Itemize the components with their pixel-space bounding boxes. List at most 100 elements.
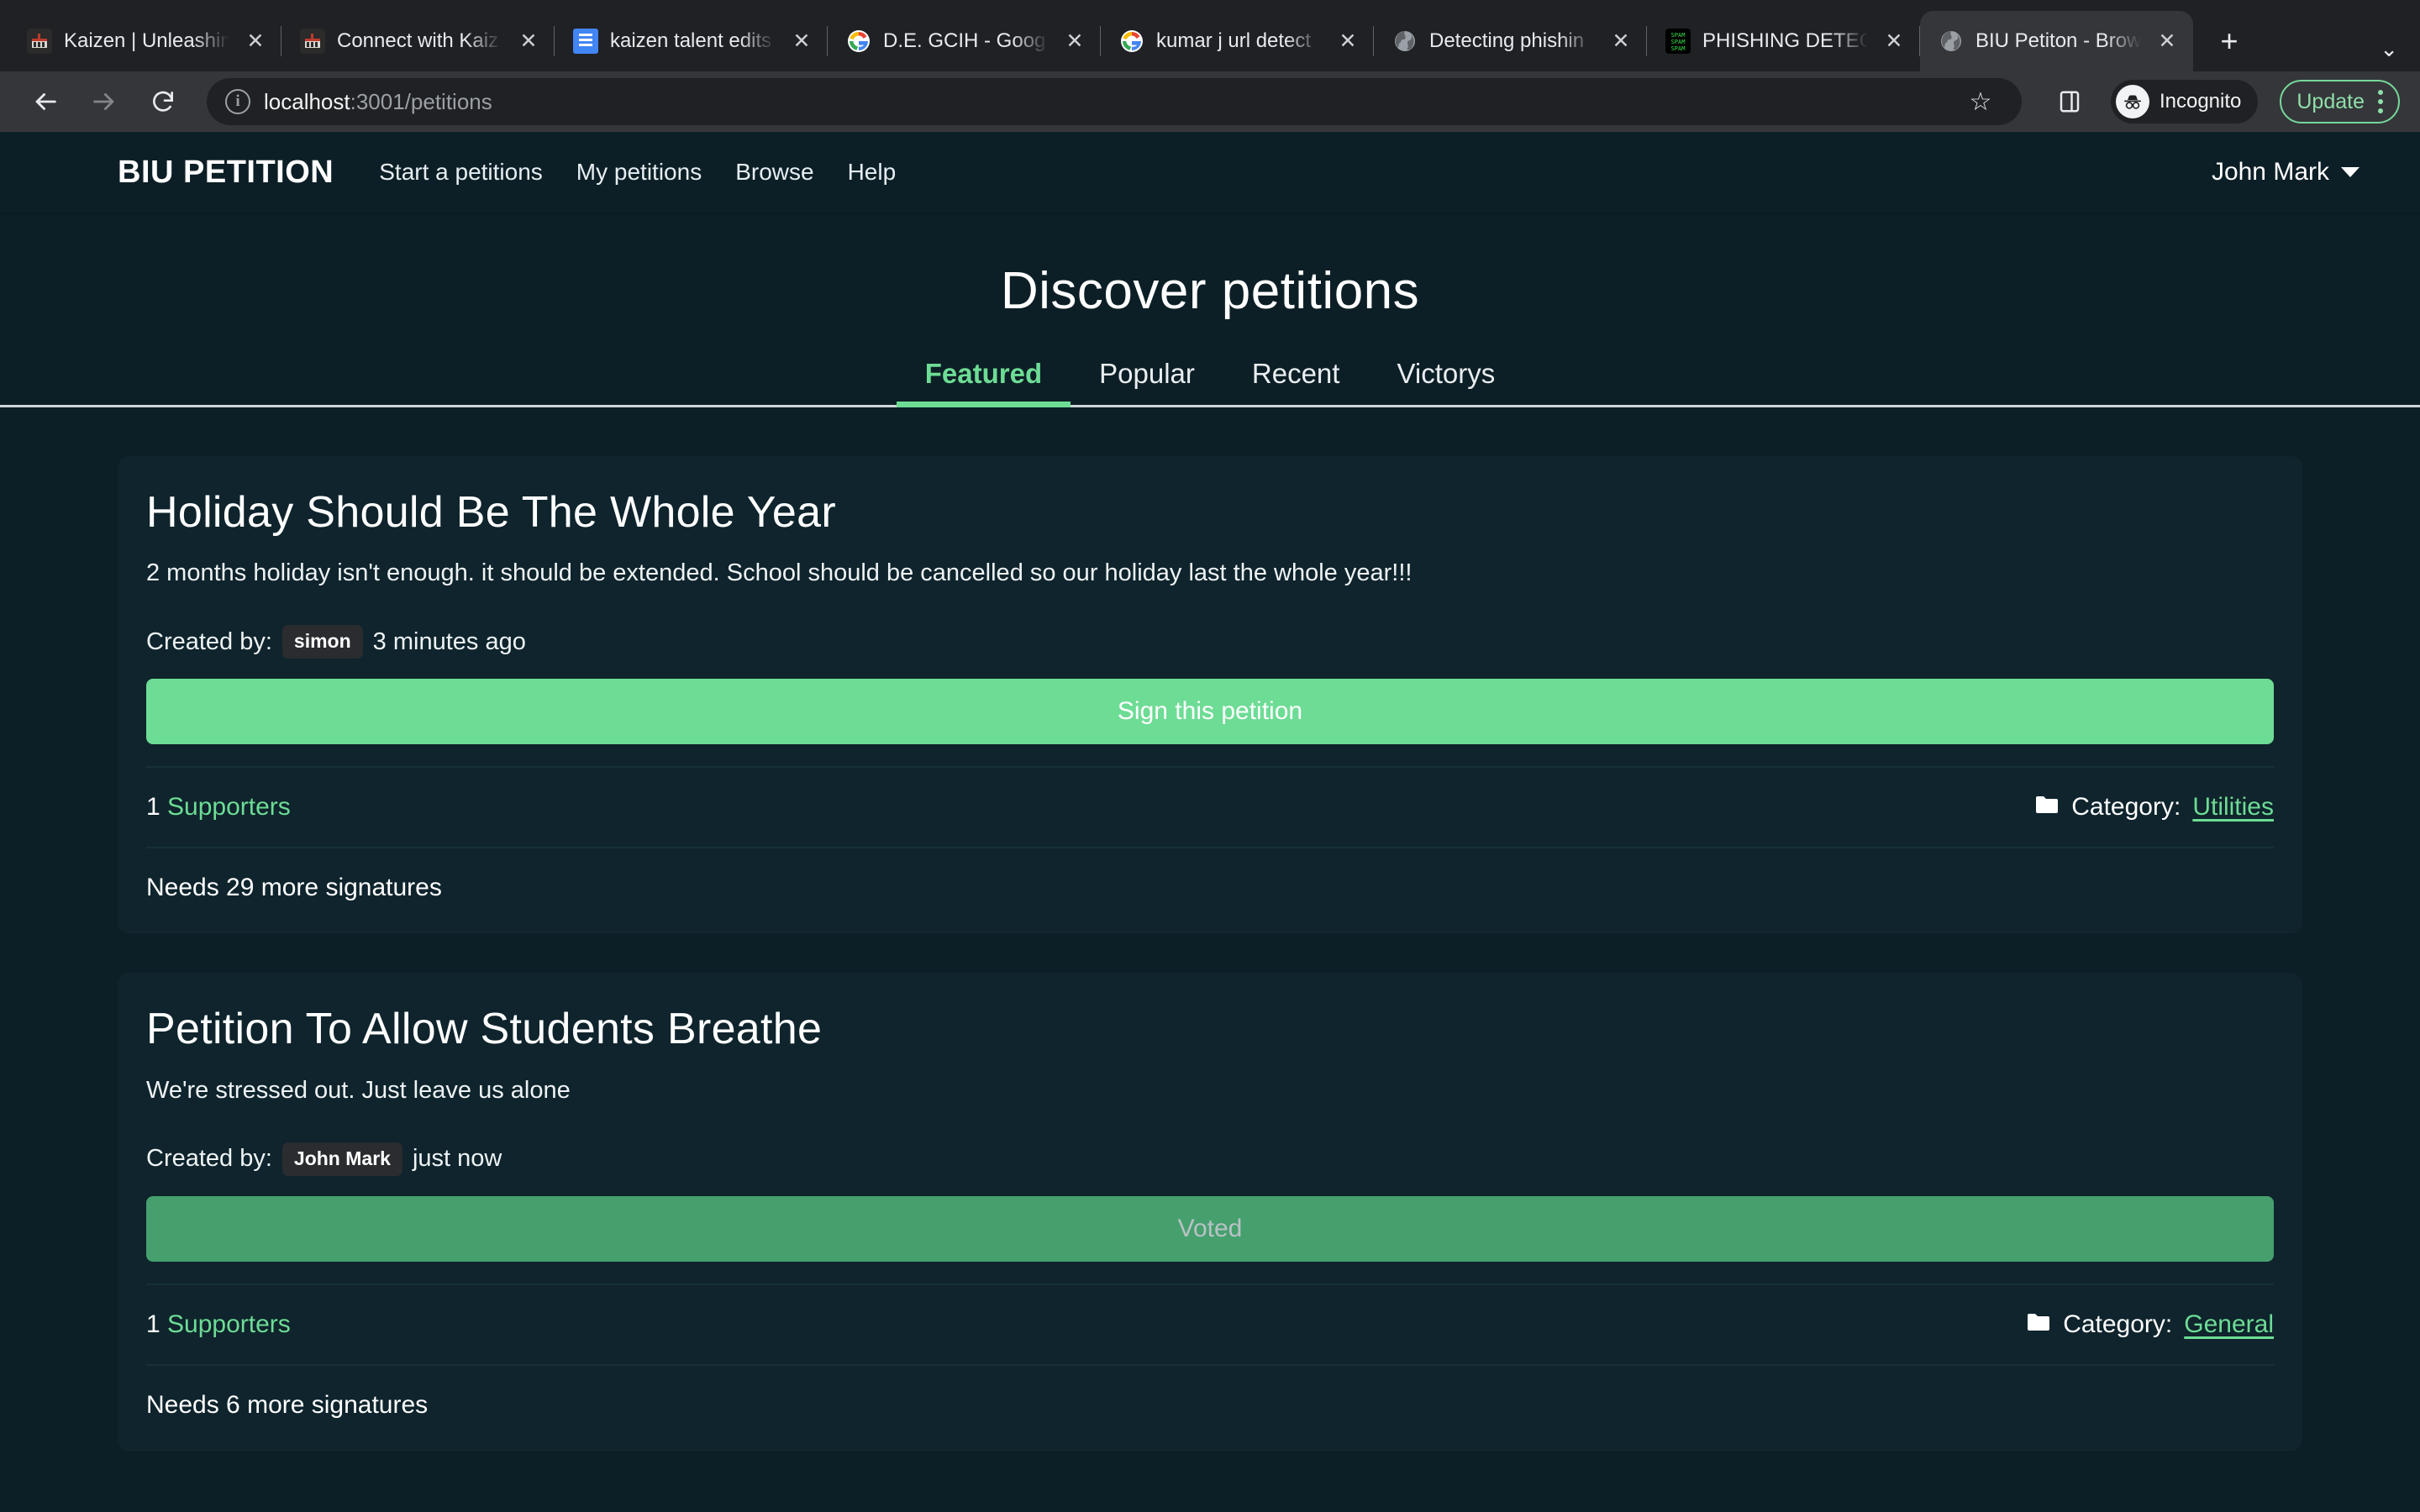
category-label: Category:	[2071, 793, 2181, 822]
category-label: Category:	[2063, 1310, 2172, 1339]
close-icon[interactable]: ✕	[2153, 27, 2181, 55]
page-hero: Discover petitions Featured Popular Rece…	[0, 214, 2420, 407]
new-tab-button[interactable]: +	[2205, 17, 2254, 66]
petition-title[interactable]: Petition To Allow Students Breathe	[146, 1005, 2274, 1053]
petition-description: 2 months holiday isn't enough. it should…	[146, 557, 2274, 590]
chrome-menu-icon[interactable]	[2378, 90, 2383, 113]
browser-tab-title: PHISHING DETEC	[1702, 29, 1868, 53]
side-panel-icon[interactable]	[2049, 81, 2091, 123]
browser-tab-title: BIU Petiton - Brow	[1975, 29, 2141, 53]
supporters-number: 1	[146, 793, 160, 821]
url-path: :3001/petitions	[350, 89, 492, 114]
close-icon[interactable]: ✕	[1060, 27, 1089, 55]
browser-tab-title: Connect with Kaiz	[337, 29, 502, 53]
tab-recent[interactable]: Recent	[1223, 358, 1369, 405]
petition-needs-signatures: Needs 29 more signatures	[146, 848, 2274, 932]
browser-tab-title: D.E. GCIH - Goog	[883, 29, 1049, 53]
petition-list: Holiday Should Be The Whole Year 2 month…	[0, 407, 2420, 1450]
petition-needs-signatures: Needs 6 more signatures	[146, 1366, 2274, 1450]
spam-icon: SPAMSPAMSPAM	[1665, 29, 1691, 54]
browser-chrome: Kaizen | Unleashing ✕ Connect with Kaiz …	[0, 0, 2420, 132]
update-button[interactable]: Update	[2280, 80, 2400, 123]
nav-link-browse[interactable]: Browse	[735, 159, 813, 186]
site-info-icon[interactable]: i	[225, 89, 250, 114]
google-docs-icon	[573, 29, 598, 54]
browser-tab[interactable]: Kaizen | Unleashing ✕	[8, 11, 281, 71]
close-icon[interactable]: ✕	[787, 27, 816, 55]
created-by-label: Created by:	[146, 1145, 272, 1173]
user-name-label: John Mark	[2212, 158, 2329, 186]
browser-tab[interactable]: kumar j url detect ✕	[1101, 11, 1374, 71]
close-icon[interactable]: ✕	[1334, 27, 1362, 55]
browser-tab[interactable]: D.E. GCIH - Goog ✕	[828, 11, 1101, 71]
category-link[interactable]: General	[2184, 1310, 2274, 1339]
voted-button[interactable]: Voted	[146, 1196, 2274, 1262]
close-icon[interactable]: ✕	[1607, 27, 1635, 55]
incognito-icon	[2116, 85, 2149, 118]
browser-tab-title: kaizen talent edits	[610, 29, 776, 53]
nav-link-my-petitions[interactable]: My petitions	[576, 159, 702, 186]
site-brand[interactable]: BIU PETITION	[118, 155, 334, 191]
browser-toolbar: i localhost:3001/petitions ☆ Incognito U…	[0, 71, 2420, 132]
close-icon[interactable]: ✕	[241, 27, 270, 55]
browser-tab-title: Detecting phishin	[1429, 29, 1595, 53]
address-bar[interactable]: i localhost:3001/petitions ☆	[207, 78, 2022, 125]
supporters-label: Supporters	[167, 1310, 291, 1338]
nav-link-start-a-petitions[interactable]: Start a petitions	[379, 159, 543, 186]
folder-icon	[2034, 793, 2060, 822]
svg-text:SPAM: SPAM	[1671, 39, 1686, 45]
browser-tab[interactable]: SPAMSPAMSPAM PHISHING DETEC ✕	[1647, 11, 1920, 71]
back-button[interactable]	[20, 76, 71, 127]
petition-timestamp: just now	[413, 1145, 502, 1173]
kaizen-icon	[300, 29, 325, 54]
created-by-label: Created by:	[146, 628, 272, 656]
chevron-down-icon[interactable]: ⌄	[2380, 38, 2398, 60]
browser-tab[interactable]: Connect with Kaiz ✕	[281, 11, 555, 71]
supporters-count: 1 Supporters	[146, 793, 291, 822]
close-icon[interactable]: ✕	[1880, 27, 1908, 55]
petition-category: Category: General	[2026, 1310, 2274, 1339]
petition-author-badge: simon	[282, 625, 363, 659]
tab-victorys[interactable]: Victorys	[1368, 358, 1523, 405]
browser-tab-title: kumar j url detect	[1156, 29, 1322, 53]
svg-text:SPAM: SPAM	[1671, 32, 1686, 39]
petition-stats: 1 Supporters Category: Utilities	[146, 766, 2274, 848]
tab-popular[interactable]: Popular	[1071, 358, 1223, 405]
site-navbar: BIU PETITION Start a petitions My petiti…	[0, 132, 2420, 214]
browser-tab-active[interactable]: BIU Petiton - Brow ✕	[1920, 11, 2193, 71]
supporters-label: Supporters	[167, 793, 291, 821]
browser-tab[interactable]: Detecting phishin ✕	[1374, 11, 1647, 71]
petition-meta: Created by: simon 3 minutes ago	[146, 625, 2274, 659]
page-content: BIU PETITION Start a petitions My petiti…	[0, 132, 2420, 1510]
close-icon[interactable]: ✕	[514, 27, 543, 55]
petition-title[interactable]: Holiday Should Be The Whole Year	[146, 488, 2274, 537]
google-icon	[846, 29, 871, 54]
petition-author-badge: John Mark	[282, 1142, 402, 1176]
bookmark-star-icon[interactable]: ☆	[1958, 79, 2003, 124]
petition-meta: Created by: John Mark just now	[146, 1142, 2274, 1176]
user-menu[interactable]: John Mark	[2212, 158, 2360, 186]
supporters-number: 1	[146, 1310, 160, 1338]
browser-tabstrip: Kaizen | Unleashing ✕ Connect with Kaiz …	[0, 0, 2420, 71]
site-nav-links: Start a petitions My petitions Browse He…	[379, 159, 896, 186]
sign-petition-button[interactable]: Sign this petition	[146, 679, 2274, 744]
petition-stats: 1 Supporters Category: General	[146, 1284, 2274, 1366]
forward-button[interactable]	[79, 76, 129, 127]
petition-description: We're stressed out. Just leave us alone	[146, 1074, 2274, 1107]
nav-link-help[interactable]: Help	[848, 159, 897, 186]
petition-category: Category: Utilities	[2034, 793, 2274, 822]
page-title: Discover petitions	[0, 261, 2420, 321]
chevron-down-icon	[2341, 167, 2360, 177]
tabstrip-right-controls: ⌄	[2380, 38, 2420, 71]
folder-icon	[2026, 1310, 2051, 1339]
reload-button[interactable]	[138, 76, 188, 127]
category-link[interactable]: Utilities	[2192, 793, 2274, 822]
petition-timestamp: 3 minutes ago	[373, 628, 526, 656]
svg-text:SPAM: SPAM	[1671, 45, 1686, 52]
tab-featured[interactable]: Featured	[897, 358, 1071, 405]
browser-tab[interactable]: kaizen talent edits ✕	[555, 11, 828, 71]
url-text: localhost:3001/petitions	[264, 89, 492, 115]
incognito-indicator[interactable]: Incognito	[2111, 80, 2258, 123]
globe-icon	[1939, 29, 1964, 54]
incognito-label: Incognito	[2160, 90, 2241, 113]
